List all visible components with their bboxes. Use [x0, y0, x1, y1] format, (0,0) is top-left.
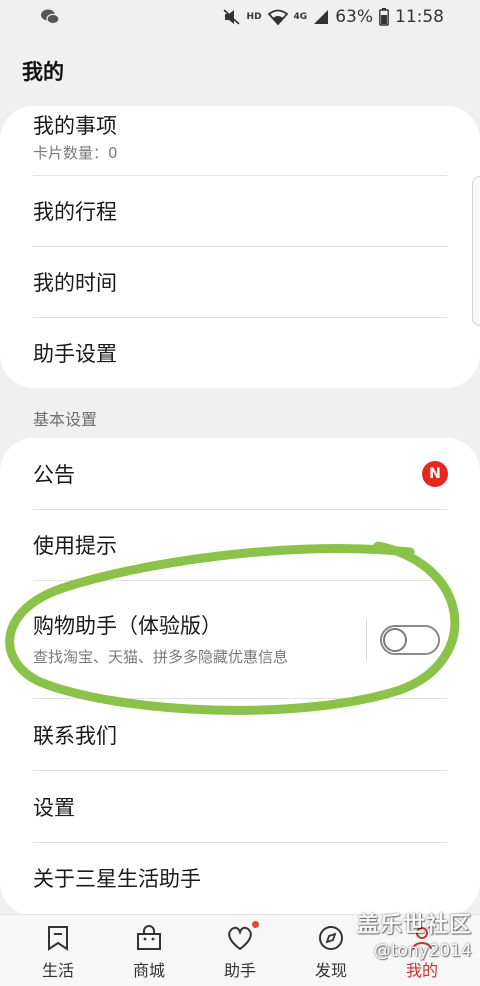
announcement-item[interactable]: 公告 [33, 438, 447, 509]
my-time-label: 我的时间 [33, 271, 117, 295]
toggle-separator [366, 620, 367, 660]
battery-icon [379, 8, 389, 26]
toggle-knob [383, 628, 407, 652]
shopping-assistant-toggle[interactable] [380, 625, 440, 655]
usage-tips-label: 使用提示 [33, 534, 117, 558]
settings-card: 公告 使用提示 购物助手（体验版） 查找淘宝、天猫、拼多多隐藏优惠信息 联系我们… [0, 438, 480, 916]
wifi-icon [267, 9, 288, 25]
usage-tips-item[interactable]: 使用提示 [33, 510, 447, 580]
shopping-bag-icon [137, 925, 161, 950]
settings-label: 设置 [33, 795, 75, 820]
watermark-sub: @tony2014 [373, 941, 472, 961]
about-label: 关于三星生活助手 [33, 867, 201, 891]
shopping-assistant-item[interactable]: 购物助手（体验版） 查找淘宝、天猫、拼多多隐藏优惠信息 [33, 581, 350, 697]
nav-life[interactable]: 生活 [10, 915, 106, 986]
clock: 11:58 [395, 7, 444, 27]
contact-us-label: 联系我们 [33, 723, 117, 748]
assistant-settings-item[interactable]: 助手设置 [33, 318, 447, 388]
nav-assistant[interactable]: 助手 [192, 915, 288, 986]
new-badge: N [422, 461, 448, 487]
my-items-card: 我的事项 卡片数量：0 我的行程 我的时间 助手设置 [0, 106, 480, 388]
announcement-label: 公告 [33, 462, 75, 487]
settings-item[interactable]: 设置 [33, 771, 447, 842]
card-count-text: 卡片数量：0 [33, 144, 118, 162]
status-icons: HD 4G 63% 11:58 [222, 5, 444, 29]
wechat-icon [41, 9, 60, 25]
nav-mall-label: 商城 [132, 961, 165, 980]
my-time-item[interactable]: 我的时间 [33, 247, 447, 317]
nav-mall[interactable]: 商城 [101, 915, 197, 986]
contact-us-item[interactable]: 联系我们 [33, 699, 447, 770]
scroll-indicator[interactable] [472, 176, 480, 326]
bookmark-icon [48, 926, 68, 951]
heart-icon [228, 926, 252, 951]
assistant-settings-label: 助手设置 [33, 342, 117, 366]
battery-percent: 63% [335, 7, 373, 27]
nav-assistant-label: 助手 [223, 961, 256, 980]
hd-indicator: HD [246, 12, 262, 22]
nav-life-label: 生活 [41, 961, 74, 980]
my-itinerary-label: 我的行程 [33, 200, 117, 224]
status-bar: HD 4G 63% 11:58 [0, 0, 480, 34]
shopping-assistant-label: 购物助手（体验版） [33, 614, 222, 638]
page-title: 我的 [22, 60, 64, 84]
watermark: 盖乐世社区 @tony2014 [346, 907, 480, 967]
shopping-assistant-description: 查找淘宝、天猫、拼多多隐藏优惠信息 [33, 648, 289, 666]
mute-icon [222, 9, 240, 25]
section-header-basic-settings: 基本设置 [33, 410, 98, 429]
about-item[interactable]: 关于三星生活助手 [33, 843, 447, 913]
network-type: 4G [293, 12, 308, 22]
signal-icon [314, 10, 329, 24]
compass-icon [319, 926, 343, 950]
my-tasks-label: 我的事项 [33, 114, 117, 138]
my-itinerary-item[interactable]: 我的行程 [33, 176, 447, 246]
my-tasks-item[interactable]: 我的事项 卡片数量：0 [33, 106, 447, 174]
watermark-main: 盖乐世社区 [356, 913, 472, 938]
notification-dot [252, 921, 259, 928]
